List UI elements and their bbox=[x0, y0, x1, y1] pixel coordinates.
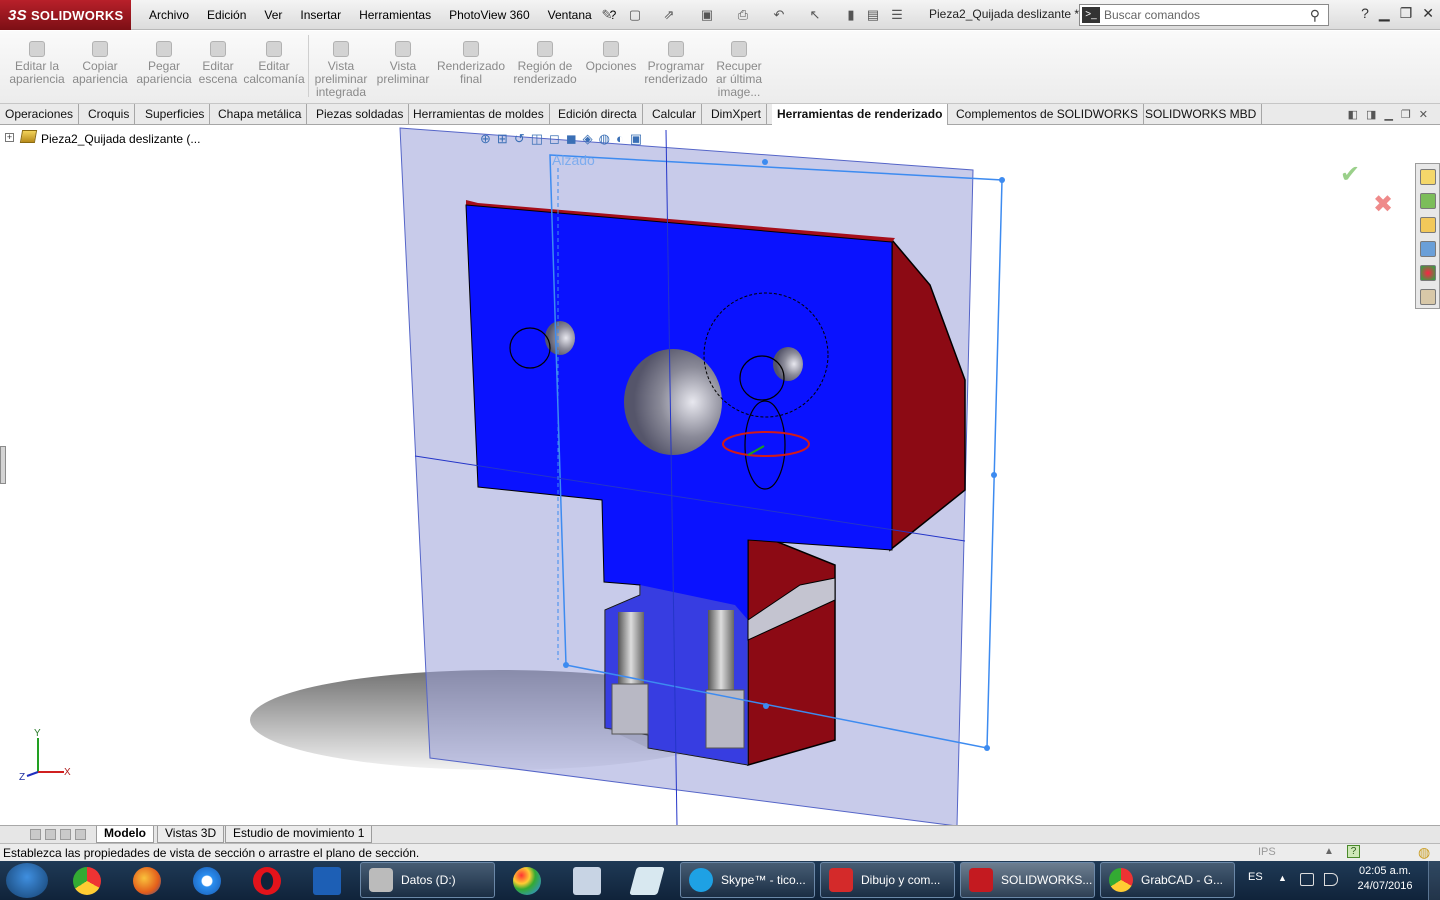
start-button[interactable] bbox=[6, 863, 48, 898]
calculator-icon bbox=[573, 866, 601, 895]
heads-up-view-toolbar: ⊕ ⊞ ↺ ◫ ◻ ◼ ◈ ◍ ◐ ▣ bbox=[480, 131, 642, 147]
zoom-to-area-icon[interactable]: ⊞ bbox=[497, 131, 508, 147]
triad-y-label: Y bbox=[34, 728, 41, 739]
volume-icon[interactable] bbox=[1324, 873, 1338, 886]
calculator-pinned[interactable] bbox=[562, 864, 612, 897]
screw-right bbox=[708, 610, 734, 690]
opera-icon bbox=[253, 866, 281, 895]
drive-icon bbox=[369, 868, 393, 892]
help-status-icon[interactable]: ? bbox=[1347, 845, 1360, 858]
show-desktop-button[interactable] bbox=[1428, 861, 1440, 900]
zoom-to-fit-icon[interactable]: ⊕ bbox=[480, 131, 491, 147]
home-icon[interactable] bbox=[1420, 169, 1436, 185]
last-tab-icon[interactable] bbox=[75, 829, 86, 840]
units-dropdown-icon[interactable]: ▲ bbox=[1324, 846, 1334, 857]
outlook-icon bbox=[313, 866, 341, 895]
screw-head-left bbox=[611, 683, 649, 735]
task-pdf[interactable]: Dibujo y com... bbox=[820, 862, 955, 898]
task-solidworks[interactable]: SOLIDWORKS... bbox=[960, 862, 1095, 898]
unit-system[interactable]: IPS bbox=[1258, 846, 1276, 858]
triad-x-label: X bbox=[64, 767, 71, 778]
chrome-icon bbox=[1109, 868, 1133, 892]
appearances-icon[interactable] bbox=[1420, 265, 1436, 281]
outlook-pinned[interactable] bbox=[302, 864, 352, 897]
view-settings-icon[interactable]: ▣ bbox=[630, 131, 642, 147]
chrome-icon bbox=[73, 866, 101, 895]
windows-taskbar: Datos (D:) Skype™ - tico... Dibujo y com… bbox=[0, 861, 1440, 900]
central-bore bbox=[624, 349, 722, 455]
tab-vistas-3d[interactable]: Vistas 3D bbox=[157, 826, 225, 843]
tab-estudio-movimiento[interactable]: Estudio de movimiento 1 bbox=[225, 826, 373, 843]
plane-label: Alzado bbox=[552, 152, 595, 168]
display-style-icon[interactable]: ◼ bbox=[566, 131, 577, 147]
ok-icon[interactable]: ✔ bbox=[1340, 160, 1360, 188]
custom-properties-icon[interactable] bbox=[1420, 289, 1436, 305]
feature-manager-tree: + Pieza2_Quijada deslizante (... bbox=[0, 128, 400, 148]
chrome-pinned[interactable] bbox=[62, 864, 112, 897]
notes-icon bbox=[629, 866, 665, 895]
screw-left bbox=[618, 612, 644, 684]
tab-modelo[interactable]: Modelo bbox=[96, 826, 154, 843]
cancel-icon[interactable]: ✖ bbox=[1373, 190, 1393, 218]
language-indicator[interactable]: ES bbox=[1248, 871, 1263, 883]
plane-handle[interactable] bbox=[563, 662, 569, 668]
tree-root-item[interactable]: Pieza2_Quijada deslizante (... bbox=[41, 132, 200, 146]
plane-handle[interactable] bbox=[999, 177, 1005, 183]
previous-view-icon[interactable]: ↺ bbox=[514, 131, 525, 147]
status-message: Establezca las propiedades de vista de s… bbox=[3, 846, 420, 860]
triad-z-axis bbox=[26, 771, 39, 777]
previous-tab-icon[interactable] bbox=[45, 829, 56, 840]
plane-handle[interactable] bbox=[991, 472, 997, 478]
plane-handle[interactable] bbox=[762, 159, 768, 165]
plane-handle[interactable] bbox=[763, 703, 769, 709]
rebuild-status-icon[interactable]: ◍ bbox=[1418, 844, 1430, 861]
clock[interactable]: 02:05 a.m. 24/07/2016 bbox=[1350, 864, 1420, 894]
solidworks-icon bbox=[969, 868, 993, 892]
view-orientation-icon[interactable]: ◻ bbox=[549, 131, 560, 147]
paint-pinned[interactable] bbox=[502, 864, 552, 897]
network-icon[interactable] bbox=[1300, 873, 1314, 886]
view-palette-icon[interactable] bbox=[1420, 241, 1436, 257]
bottom-tabs-bar: Modelo Vistas 3D Estudio de movimiento 1 bbox=[0, 825, 1440, 843]
task-pane-tabs bbox=[1415, 163, 1440, 309]
expand-icon[interactable]: + bbox=[5, 133, 14, 142]
hide-show-icon[interactable]: ◈ bbox=[583, 131, 593, 147]
opera-pinned[interactable] bbox=[242, 864, 292, 897]
clock-date: 24/07/2016 bbox=[1357, 880, 1413, 892]
notes-pinned[interactable] bbox=[622, 864, 672, 897]
file-explorer-icon[interactable] bbox=[1420, 217, 1436, 233]
panel-grip[interactable] bbox=[0, 446, 6, 484]
plane-handle[interactable] bbox=[984, 745, 990, 751]
first-tab-icon[interactable] bbox=[30, 829, 41, 840]
firefox-pinned[interactable] bbox=[122, 864, 172, 897]
section-view-icon[interactable]: ◫ bbox=[531, 131, 543, 147]
paint-icon bbox=[513, 866, 541, 895]
task-grabcad[interactable]: GrabCAD - G... bbox=[1100, 862, 1235, 898]
task-skype[interactable]: Skype™ - tico... bbox=[680, 862, 815, 898]
system-tray: ES ▲ 02:05 a.m. 24/07/2016 bbox=[1240, 861, 1440, 900]
part-icon bbox=[19, 130, 38, 143]
next-tab-icon[interactable] bbox=[60, 829, 71, 840]
status-bar: Establezca las propiedades de vista de s… bbox=[0, 843, 1440, 861]
lower-side-face bbox=[747, 528, 836, 766]
edit-appearance-icon[interactable]: ◍ bbox=[599, 131, 610, 147]
triad-z-label: Z bbox=[19, 772, 25, 783]
show-hidden-icons-icon[interactable]: ▲ bbox=[1278, 873, 1287, 883]
task-datos-d[interactable]: Datos (D:) bbox=[360, 862, 495, 898]
internet-explorer-icon bbox=[193, 866, 221, 895]
ie-pinned[interactable] bbox=[182, 864, 232, 897]
threaded-hole-right bbox=[773, 347, 803, 381]
design-library-icon[interactable] bbox=[1420, 193, 1436, 209]
clock-time: 02:05 a.m. bbox=[1359, 865, 1411, 877]
apply-scene-icon[interactable]: ◐ bbox=[616, 131, 624, 147]
skype-icon bbox=[689, 868, 713, 892]
firefox-icon bbox=[133, 866, 161, 895]
pdf-icon bbox=[829, 868, 853, 892]
